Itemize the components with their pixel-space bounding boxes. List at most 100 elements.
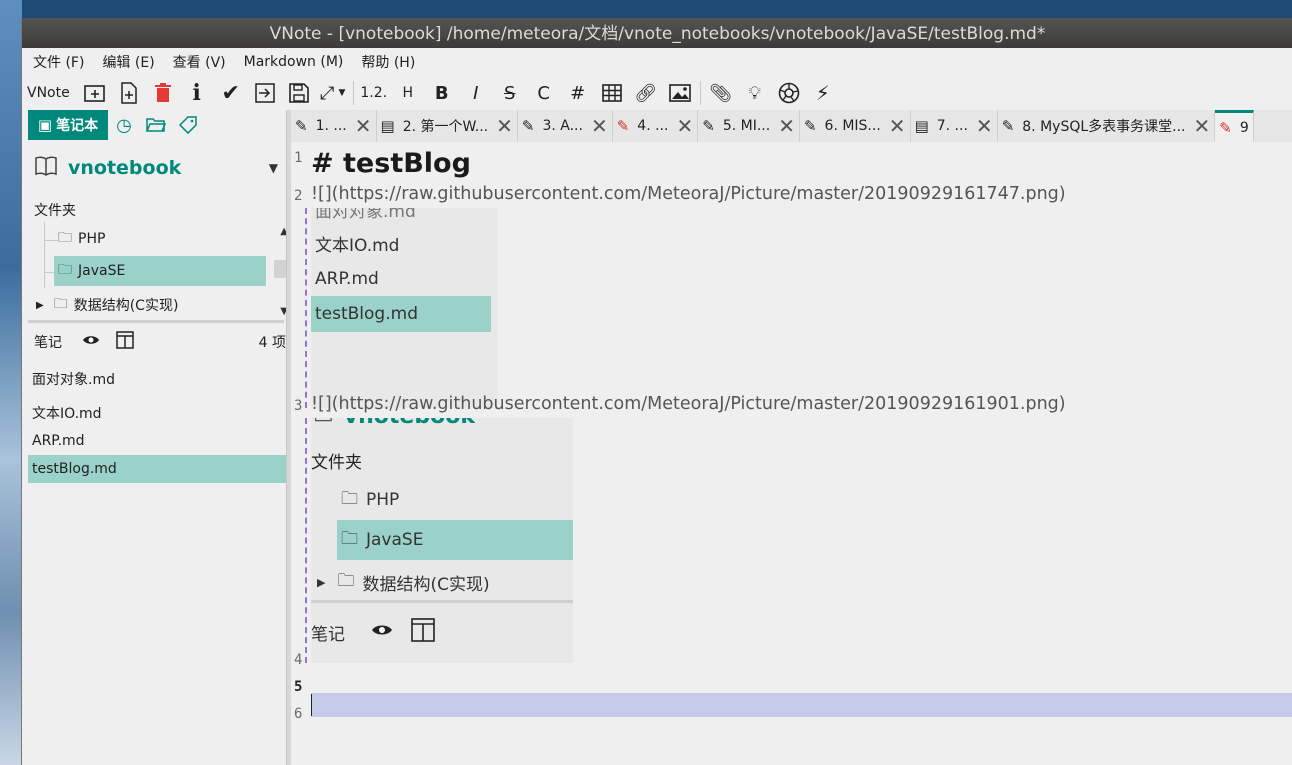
menu-markdown[interactable]: Markdown (M)	[244, 54, 344, 70]
pencil-icon: ✎	[803, 117, 817, 135]
expand-arrow-icon[interactable]: ▶	[36, 300, 44, 311]
preview-splitter	[311, 600, 573, 603]
lightbulb-icon[interactable]: 💡︎	[738, 78, 772, 108]
table-icon[interactable]	[595, 78, 629, 108]
split-view-icon	[411, 617, 435, 647]
folder-item[interactable]: ▶ 🗀︎ 数据结构(C实现)	[36, 290, 266, 320]
inline-code-button[interactable]: C	[527, 78, 561, 108]
new-note-icon[interactable]	[112, 78, 146, 108]
bold-button[interactable]: B	[425, 78, 459, 108]
book-icon: ▭	[313, 418, 334, 429]
explorer-icon[interactable]	[140, 110, 172, 140]
notes-header: 笔记 4 项	[34, 328, 286, 356]
link-icon[interactable]: 🔗︎	[629, 78, 663, 108]
note-item[interactable]: ARP.md	[28, 427, 286, 455]
menu-file[interactable]: 文件 (F)	[33, 52, 84, 72]
note-item[interactable]: testBlog.md	[28, 455, 286, 483]
note-item[interactable]: 文本IO.md	[28, 399, 286, 427]
strikethrough-button[interactable]: S	[493, 78, 527, 108]
folder-icon: 🗀︎	[341, 528, 358, 549]
markdown-editor[interactable]: 1 2 3 4 5 6 # testBlog ![](https://raw.g…	[291, 142, 1292, 765]
current-line-highlight	[311, 693, 1292, 717]
tag-icon[interactable]	[172, 110, 204, 140]
doc-tab[interactable]: ✎ 3. A... ✕	[518, 110, 613, 142]
app-window: VNote - [vnotebook] /home/meteora/文档/vno…	[21, 18, 1292, 765]
doc-tab[interactable]: ✎ 1. ... ✕	[291, 110, 377, 142]
doc-tab[interactable]: ✎ 8. MySQL多表事务课堂... ✕	[998, 110, 1216, 142]
doc-tab[interactable]: ✎ 4. ... ✕	[613, 110, 699, 142]
tab-notebook-label: 笔记本	[56, 118, 99, 134]
history-icon[interactable]: ◷	[108, 110, 140, 140]
close-icon[interactable]: ✕	[778, 114, 795, 138]
line-number: 6	[294, 706, 303, 722]
line-number: 4	[294, 652, 303, 668]
eye-icon[interactable]	[82, 334, 100, 350]
expand-icon[interactable]: ⤢ ▼	[316, 78, 350, 108]
flash-icon[interactable]: ⚡︎	[806, 78, 840, 108]
doc-tab[interactable]: ✎ 6. MIS... ✕	[800, 110, 911, 142]
preview-folder-label: JavaSE	[366, 530, 424, 550]
preview-notes-header: 笔记	[311, 612, 435, 652]
doc-tab-label: 1. ...	[315, 118, 347, 134]
close-icon[interactable]: ✕	[889, 114, 906, 138]
delete-icon[interactable]	[146, 78, 180, 108]
info-icon[interactable]: i	[180, 78, 214, 108]
doc-tab[interactable]: ▤ 2. 第一个W... ✕	[377, 110, 518, 142]
code-block-button[interactable]: #	[561, 78, 595, 108]
close-icon[interactable]: ✕	[591, 114, 608, 138]
doc-tab-active[interactable]: ✎ 9	[1215, 110, 1254, 142]
close-icon[interactable]: ✕	[496, 114, 513, 138]
toolbar: VNote i ✔ ⤢ ▼ 1.2. H B I S C # 🔗︎ 📎︎ 💡︎ …	[22, 76, 1292, 110]
preview-guide	[305, 208, 307, 408]
line-number: 3	[294, 398, 303, 414]
attachment-icon[interactable]: 📎︎	[704, 78, 738, 108]
scrollbar-thumb[interactable]	[274, 260, 286, 278]
folder-item[interactable]: 🗀︎ JavaSE	[54, 256, 266, 286]
toolbar-separator	[699, 81, 701, 105]
folder-icon: 🗀︎	[53, 296, 68, 312]
new-folder-icon[interactable]	[78, 78, 112, 108]
expand-arrow-icon: ▶	[317, 575, 326, 589]
close-icon[interactable]: ✕	[355, 114, 372, 138]
menubar: 文件 (F) 编辑 (E) 查看 (V) Markdown (M) 帮助 (H)	[22, 48, 1292, 76]
menu-view[interactable]: 查看 (V)	[173, 52, 226, 72]
notes-label: 笔记	[34, 335, 62, 351]
image-icon[interactable]	[663, 78, 697, 108]
doc-tab-label: 9	[1239, 119, 1249, 136]
capture-icon[interactable]	[772, 78, 806, 108]
doc-tab[interactable]: ▤ 7. ... ✕	[911, 110, 998, 142]
menu-help[interactable]: 帮助 (H)	[361, 52, 415, 72]
line-number-current: 5	[294, 679, 303, 695]
save-icon[interactable]	[282, 78, 316, 108]
pencil-icon: ✎	[295, 117, 308, 135]
folder-label: 数据结构(C实现)	[73, 298, 179, 314]
book-icon	[34, 156, 58, 181]
panel-splitter[interactable]	[28, 320, 284, 323]
note-item[interactable]: 面对对象.md	[28, 365, 286, 393]
close-icon[interactable]: ✕	[676, 114, 693, 138]
doc-tab[interactable]: ✎ 5. MI... ✕	[698, 110, 800, 142]
doc-tab-label: 6. MIS...	[824, 118, 881, 134]
tab-bar: ✎ 1. ... ✕ ▤ 2. 第一个W... ✕ ✎ 3. A... ✕ ✎ …	[291, 110, 1292, 142]
tab-notebook[interactable]: ▣ 笔记本	[28, 110, 108, 140]
close-icon[interactable]: ✕	[976, 114, 993, 138]
image-link-line: ![](https://raw.githubusercontent.com/Me…	[311, 184, 1066, 204]
italic-button[interactable]: I	[459, 78, 493, 108]
split-view-icon[interactable]	[116, 331, 134, 353]
notes-list: 面对对象.md 文本IO.md ARP.md testBlog.md	[28, 365, 286, 483]
close-icon[interactable]: ✕	[1194, 114, 1211, 138]
pencil-icon: ✎	[1001, 117, 1015, 135]
folder-item[interactable]: 🗀︎ PHP	[58, 224, 268, 254]
eye-icon	[371, 622, 393, 642]
folder-icon: 🗀︎	[58, 230, 72, 246]
menu-edit[interactable]: 编辑 (E)	[102, 52, 154, 72]
exit-edit-icon[interactable]	[248, 78, 282, 108]
folder-icon: 🗀︎	[337, 570, 355, 591]
chevron-down-icon[interactable]: ▼	[269, 161, 278, 175]
heading-button[interactable]: H	[391, 78, 425, 108]
ordered-list-button[interactable]: 1.2.	[357, 78, 391, 108]
notebook-name: vnotebook	[68, 157, 182, 179]
preview-folder-label: PHP	[366, 490, 400, 510]
check-icon[interactable]: ✔	[214, 78, 248, 108]
notebook-selector[interactable]: vnotebook ▼	[28, 148, 286, 188]
